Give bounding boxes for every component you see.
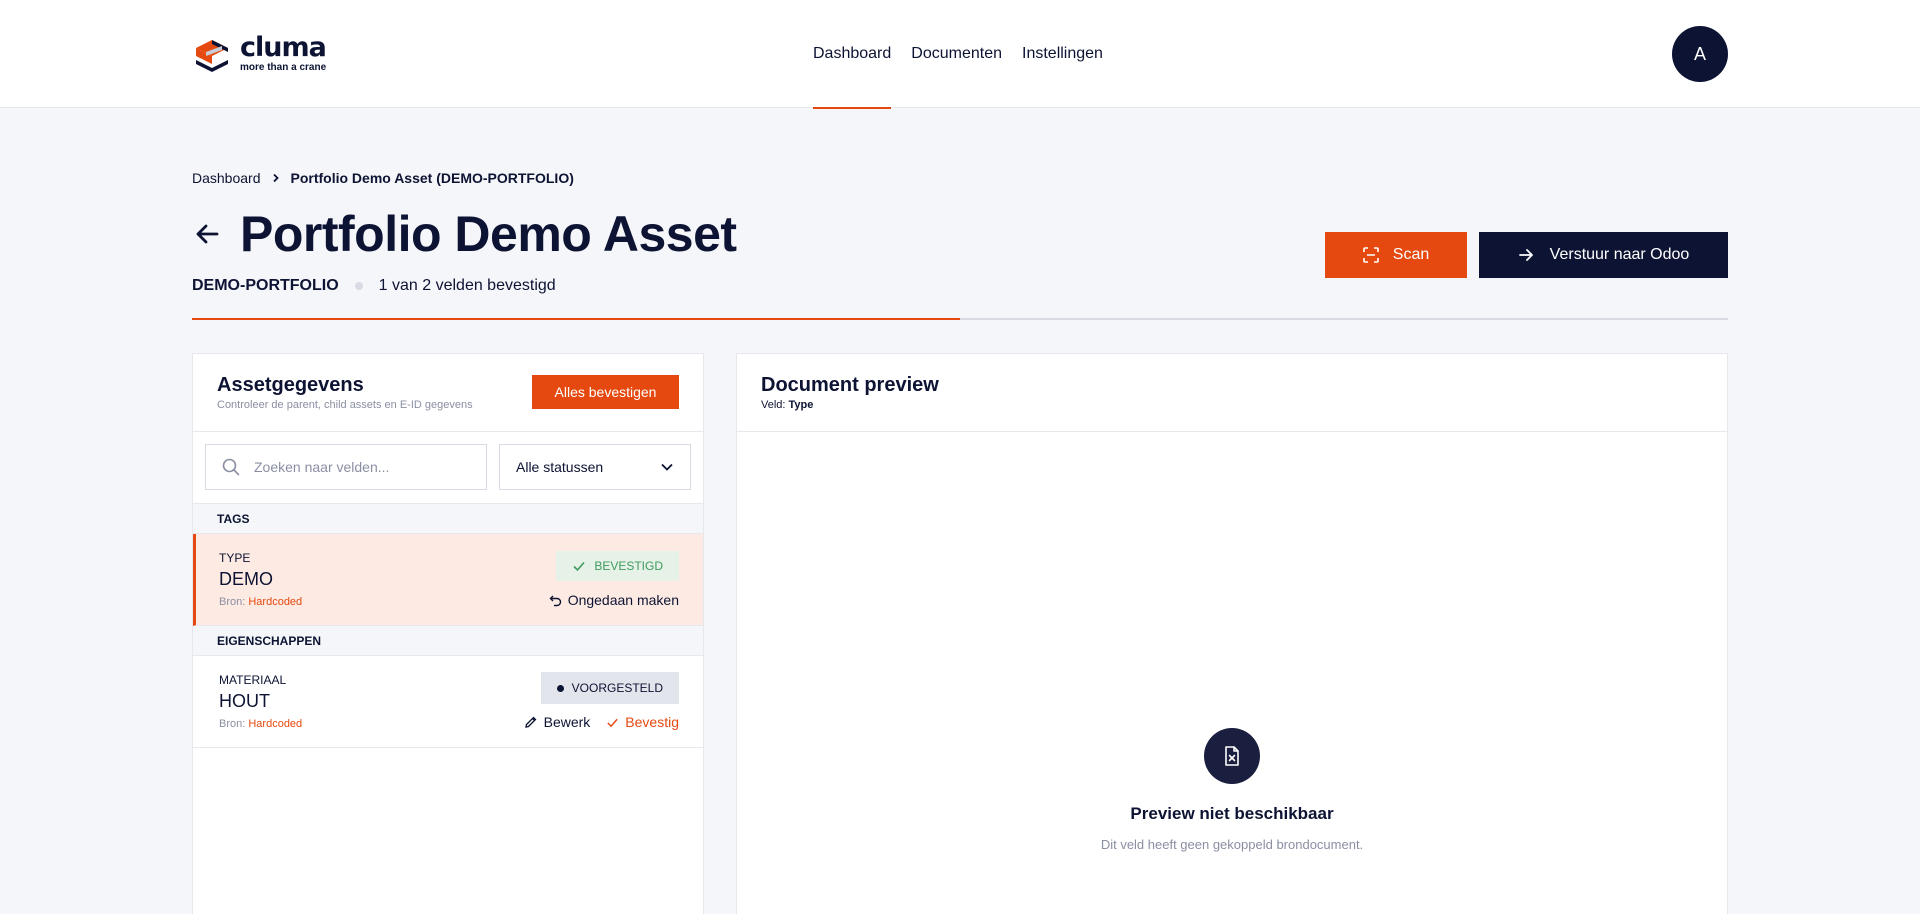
status-badge-suggested: VOORGESTELD xyxy=(540,672,679,704)
source-value: Hardcoded xyxy=(248,718,303,730)
search-icon xyxy=(222,458,240,476)
send-to-odoo-label: Verstuur naar Odoo xyxy=(1549,246,1690,263)
file-x-icon xyxy=(1225,746,1239,766)
chevron-down-icon xyxy=(661,463,673,471)
source-value: Hardcoded xyxy=(248,596,303,608)
brand-tagline: more than a crane xyxy=(240,62,327,73)
source-prefix: Bron: xyxy=(219,718,246,730)
nav-instellingen[interactable]: Instellingen xyxy=(1022,0,1103,108)
preview-empty-title: Preview niet beschikbaar xyxy=(1130,804,1334,823)
user-avatar[interactable]: A xyxy=(1672,26,1728,82)
search-input[interactable] xyxy=(254,459,474,475)
confirmation-progress-bar xyxy=(192,318,1728,320)
scan-button-label: Scan xyxy=(1392,246,1430,263)
nav-documenten[interactable]: Documenten xyxy=(911,0,1002,108)
search-box xyxy=(205,444,487,490)
edit-button[interactable]: Bewerk xyxy=(524,714,591,730)
nav-dashboard[interactable]: Dashboard xyxy=(813,0,892,109)
progress-bar-fill xyxy=(192,318,960,320)
scan-button[interactable]: Scan xyxy=(1325,232,1467,278)
status-filter-value: Alle statussen xyxy=(516,459,604,475)
field-label: TYPE xyxy=(219,551,251,565)
top-navigation-bar: cluma more than a crane Dashboard Docume… xyxy=(0,0,1920,109)
document-preview-panel: Document preview Veld: Type Preview niet… xyxy=(736,353,1728,914)
section-heading-tags: TAGS xyxy=(193,504,703,534)
preview-field-name: Type xyxy=(788,399,814,411)
preview-field-info: Veld: Type xyxy=(761,399,813,411)
asset-panel-title: Assetgegevens xyxy=(217,374,364,396)
preview-panel-header: Document preview Veld: Type xyxy=(737,354,1727,432)
asset-code: DEMO-PORTFOLIO xyxy=(192,277,339,294)
page-title: Portfolio Demo Asset xyxy=(240,206,737,262)
field-source: Bron: Hardcoded xyxy=(219,718,302,730)
pencil-icon xyxy=(524,716,537,728)
arrow-left-icon[interactable] xyxy=(192,219,222,249)
undo-icon xyxy=(549,595,561,606)
cluma-logo-icon xyxy=(196,40,228,72)
confirmation-progress-text: 1 van 2 velden bevestigd xyxy=(378,277,556,294)
confirm-label: Bevestig xyxy=(625,714,679,730)
field-source: Bron: Hardcoded xyxy=(219,596,302,608)
confirm-field-button[interactable]: Bevestig xyxy=(606,714,679,730)
check-icon xyxy=(573,561,585,572)
chevron-right-icon xyxy=(272,173,279,183)
status-badge-label: VOORGESTELD xyxy=(571,681,663,695)
preview-empty-text: Dit veld heeft geen gekoppeld brondocume… xyxy=(1100,837,1364,852)
main-nav: Dashboard Documenten Instellingen xyxy=(813,0,1103,109)
edit-label: Bewerk xyxy=(543,714,591,730)
scan-icon xyxy=(1362,247,1379,263)
separator-dot xyxy=(354,282,363,290)
arrow-right-icon xyxy=(1518,249,1533,261)
section-heading-eigenschappen: EIGENSCHAPPEN xyxy=(193,626,703,656)
field-label: MATERIAAL xyxy=(219,673,287,687)
field-value: HOUT xyxy=(219,691,270,711)
preview-field-prefix: Veld: xyxy=(761,399,786,411)
field-row-materiaal[interactable]: MATERIAAL HOUT Bron: Hardcoded VOORGESTE… xyxy=(193,656,703,748)
breadcrumb: Dashboard Portfolio Demo Asset (DEMO-POR… xyxy=(192,170,574,186)
asset-panel-subtitle: Controleer de parent, child assets en E-… xyxy=(217,399,473,411)
undo-label: Ongedaan maken xyxy=(567,592,679,608)
send-to-odoo-button[interactable]: Verstuur naar Odoo xyxy=(1479,232,1728,278)
asset-panel-header: Assetgegevens Controleer de parent, chil… xyxy=(193,354,703,432)
document-unavailable-icon xyxy=(1204,728,1260,784)
cluma-logo[interactable]: cluma more than a crane xyxy=(192,32,327,74)
breadcrumb-current: Portfolio Demo Asset (DEMO-PORTFOLIO) xyxy=(290,170,574,186)
confirm-all-button[interactable]: Alles bevestigen xyxy=(532,375,679,409)
status-badge-label: BEVESTIGD xyxy=(594,559,663,573)
source-prefix: Bron: xyxy=(219,596,246,608)
status-filter-select[interactable]: Alle statussen xyxy=(499,444,691,490)
asset-data-panel: Assetgegevens Controleer de parent, chil… xyxy=(192,353,704,914)
field-row-type[interactable]: TYPE DEMO Bron: Hardcoded BEVESTIGD Onge… xyxy=(193,534,703,626)
undo-button[interactable]: Ongedaan maken xyxy=(549,592,679,608)
brand-name: cluma xyxy=(240,32,327,63)
field-value: DEMO xyxy=(219,569,273,589)
field-actions: Bewerk Bevestig xyxy=(524,714,679,730)
asset-meta: DEMO-PORTFOLIO 1 van 2 velden bevestigd xyxy=(192,277,556,295)
preview-panel-title: Document preview xyxy=(761,374,939,396)
page-title-row: Portfolio Demo Asset xyxy=(192,205,737,263)
field-filters: Alle statussen xyxy=(193,432,703,504)
breadcrumb-dashboard-link[interactable]: Dashboard xyxy=(192,170,261,186)
check-icon xyxy=(607,718,619,727)
status-dot-icon xyxy=(556,684,564,692)
status-badge-confirmed: BEVESTIGD xyxy=(556,551,679,581)
